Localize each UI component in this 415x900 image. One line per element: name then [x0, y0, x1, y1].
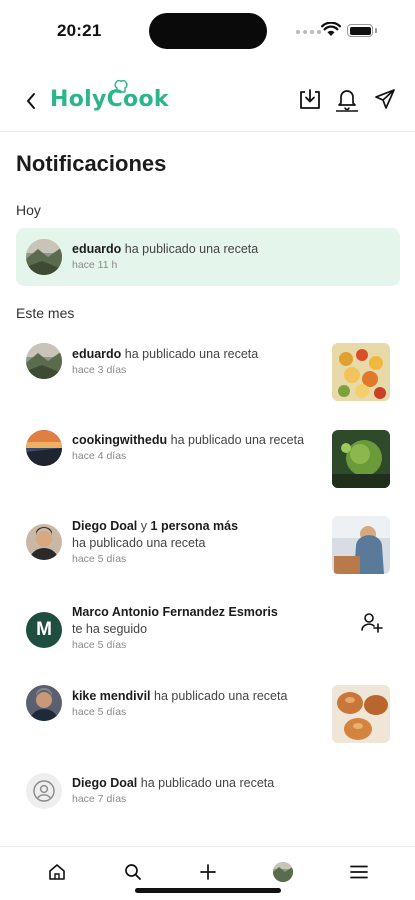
notif-time: hace 3 días — [72, 364, 127, 376]
notif-time: hace 11 h — [72, 259, 118, 271]
page-title: Notificaciones — [16, 151, 167, 176]
user-avatar[interactable] — [26, 343, 62, 379]
recipe-thumbnail[interactable] — [332, 685, 390, 743]
notification-item[interactable]: Diego Doal ha publicado una receta hace … — [16, 766, 400, 816]
section-today: Hoy — [16, 202, 41, 218]
user-avatar[interactable] — [26, 773, 62, 809]
tab-profile[interactable] — [268, 857, 298, 887]
tab-create[interactable] — [193, 857, 223, 887]
home-indicator — [135, 888, 281, 893]
section-this-month: Este mes — [16, 305, 75, 321]
notif-others[interactable]: 1 persona más — [151, 519, 239, 533]
notif-action: ha publicado una receta — [170, 433, 305, 447]
user-avatar[interactable] — [26, 239, 62, 275]
chef-hat-icon — [114, 80, 128, 93]
tab-menu[interactable] — [344, 857, 374, 887]
notification-item[interactable]: Diego Doal y 1 persona más ha publicado … — [16, 508, 400, 580]
notif-action: ha publicado una receta — [124, 347, 259, 361]
notifications-button[interactable] — [332, 84, 362, 114]
send-button[interactable] — [370, 84, 400, 114]
dynamic-island — [149, 13, 267, 49]
notif-user[interactable]: Marco Antonio Fernandez Esmoris — [72, 605, 278, 619]
battery-icon — [347, 24, 373, 37]
user-avatar[interactable] — [26, 685, 62, 721]
send-icon — [375, 89, 395, 109]
notif-time: hace 7 días — [72, 793, 127, 805]
notif-action: ha publicado una receta — [154, 689, 288, 703]
plus-icon — [200, 864, 216, 880]
back-chevron-icon — [27, 93, 35, 109]
signal-icon — [296, 30, 321, 34]
notif-action: ha publicado una receta — [72, 536, 206, 550]
recipe-thumbnail[interactable] — [332, 343, 390, 401]
notif-time: hace 4 días — [72, 450, 127, 462]
notif-action: te ha seguido — [72, 622, 148, 636]
notif-action: ha publicado una receta — [140, 776, 275, 790]
home-icon — [49, 864, 65, 880]
notification-item[interactable]: eduardo ha publicado una receta hace 3 d… — [16, 336, 400, 408]
user-plus-icon — [361, 613, 383, 633]
user-avatar[interactable] — [26, 524, 62, 560]
user-avatar[interactable] — [26, 430, 62, 466]
wifi-icon — [321, 22, 341, 36]
search-icon — [125, 864, 141, 880]
notif-user[interactable]: eduardo — [72, 347, 121, 361]
status-bar: 20:21 — [0, 0, 415, 60]
bell-icon — [336, 90, 358, 112]
user-avatar[interactable]: M — [26, 612, 62, 648]
tab-search[interactable] — [118, 857, 148, 887]
menu-icon — [350, 865, 368, 879]
notification-item[interactable]: kike mendivil ha publicado una receta ha… — [16, 680, 400, 752]
notif-user[interactable]: eduardo — [72, 242, 121, 256]
notification-item[interactable]: M Marco Antonio Fernandez Esmoris te ha … — [16, 594, 400, 666]
tab-home[interactable] — [42, 857, 72, 887]
notif-user[interactable]: Diego Doal — [72, 519, 137, 533]
notification-item[interactable]: eduardo ha publicado una receta hace 11 … — [16, 228, 400, 286]
app-header: HolyCook — [0, 70, 415, 132]
back-button[interactable] — [20, 88, 42, 114]
status-time: 20:21 — [57, 21, 102, 40]
notif-time: hace 5 días — [72, 553, 127, 565]
default-user-icon — [33, 780, 55, 802]
follow-back-button[interactable] — [356, 607, 386, 637]
download-button[interactable] — [295, 84, 325, 114]
recipe-thumbnail[interactable] — [332, 516, 390, 574]
download-icon — [300, 89, 320, 109]
notif-user[interactable]: Diego Doal — [72, 776, 137, 790]
app-logo[interactable]: HolyCook — [50, 87, 169, 112]
notif-action: ha publicado una receta — [124, 242, 259, 256]
notif-time: hace 5 días — [72, 706, 127, 718]
notification-item[interactable]: cookingwithedu ha publicado una receta h… — [16, 422, 400, 494]
notif-user[interactable]: kike mendivil — [72, 689, 151, 703]
recipe-thumbnail[interactable] — [332, 430, 390, 488]
notif-time: hace 5 días — [72, 639, 127, 651]
profile-avatar — [273, 862, 293, 882]
notif-user[interactable]: cookingwithedu — [72, 433, 167, 447]
